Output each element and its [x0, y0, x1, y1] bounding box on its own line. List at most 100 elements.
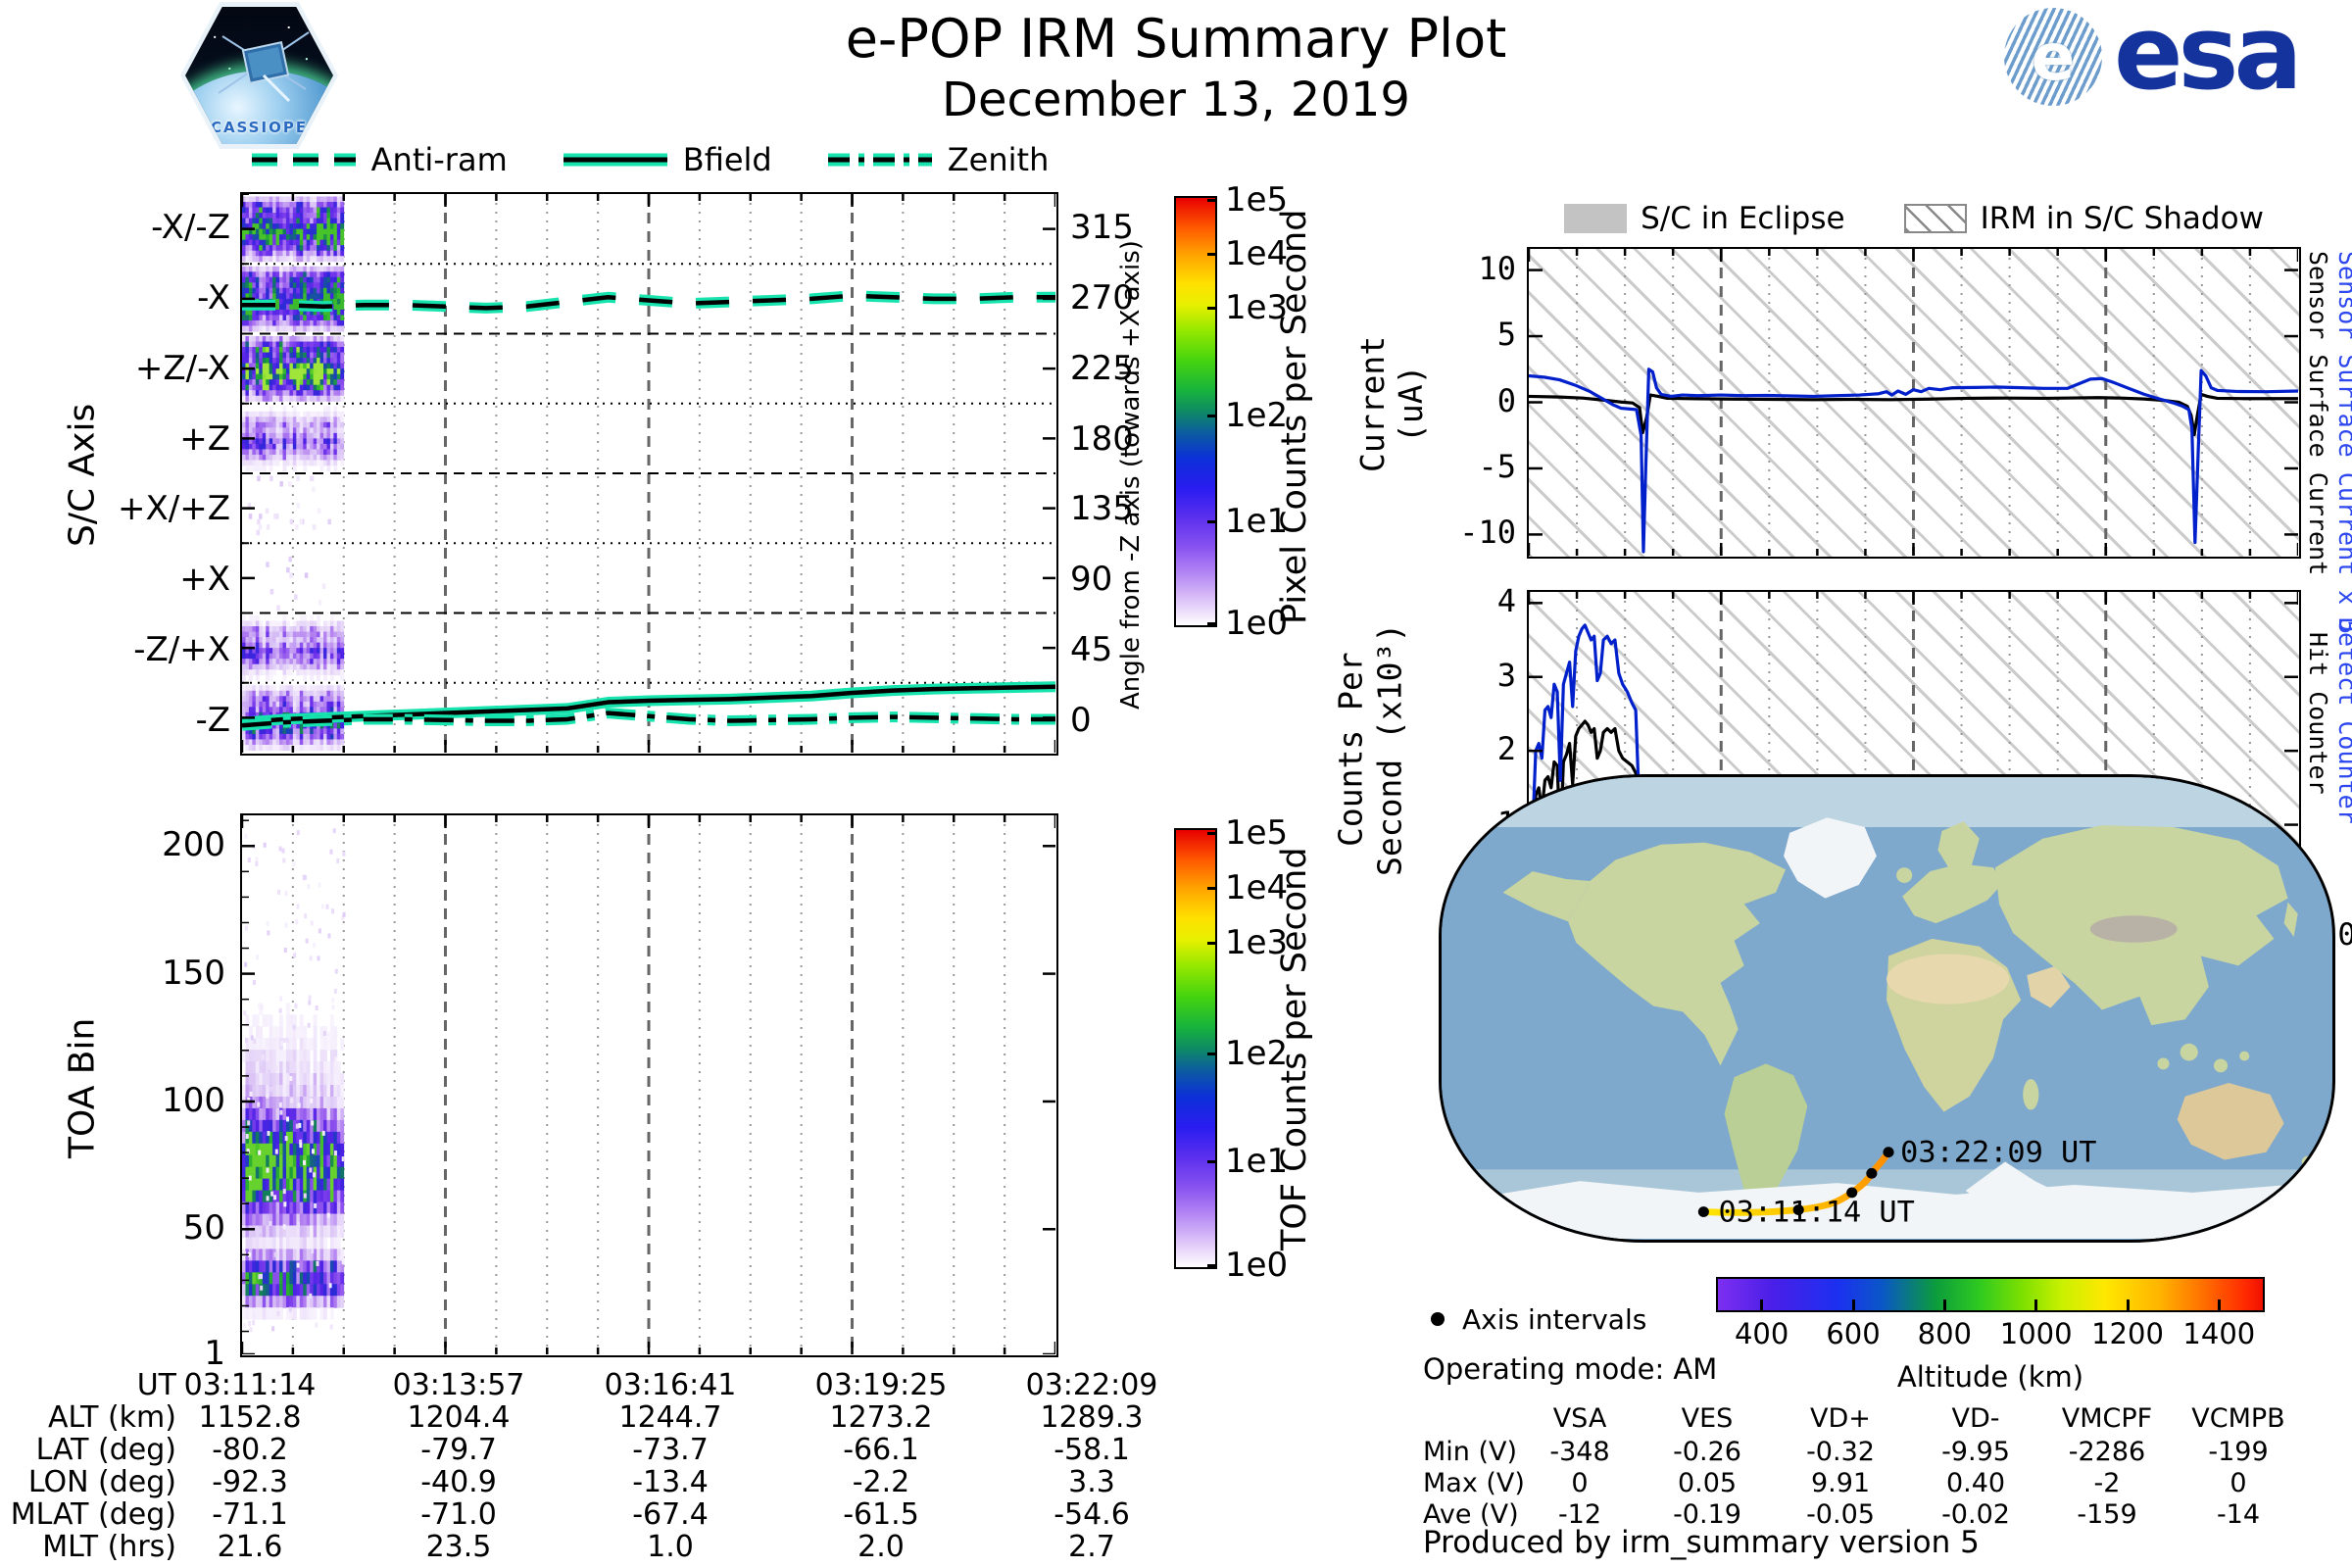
legend-label: IRM in S/C Shadow [1980, 201, 2264, 236]
current-tick-label: 10 [1478, 249, 1516, 287]
ephemeris-value: -61.5 [843, 1497, 919, 1532]
voltage-value: -159 [2077, 1499, 2137, 1530]
ephemeris-value: 1.0 [647, 1530, 694, 1564]
sc-band-label: -Z [195, 701, 230, 741]
toa-panel [240, 813, 1058, 1357]
ephemeris-row-label: MLAT (deg) [10, 1497, 176, 1532]
esa-globe-icon: e [2004, 8, 2102, 106]
ephemeris-table: UT 03:11:14 03:13:57 03:16:41 03:19:25 03:22:… [0, 1364, 1372, 1565]
legend-label: Anti-ram [370, 141, 508, 178]
esa-logo: e esa [2004, 2, 2303, 111]
hatch-swatch [1903, 204, 1967, 233]
tof-counts-colorbar-label: TOF Counts per Second [1275, 847, 1314, 1250]
ephemeris-value: 1273.2 [829, 1400, 933, 1435]
voltage-column-header: VD- [1951, 1403, 2000, 1434]
voltage-value: 0.05 [1677, 1468, 1738, 1498]
shadow-eclipse-legend: S/C in Eclipse IRM in S/C Shadow [1527, 196, 2301, 241]
legend-item-anti-ram: Anti-ram [250, 141, 508, 178]
counts-tick-label: 4 [1496, 582, 1516, 620]
alt-tick-mark [1760, 1299, 1764, 1310]
voltage-value: 0 [2230, 1468, 2247, 1498]
colorbar-tick [1207, 415, 1217, 418]
alt-tick-mark [2126, 1299, 2130, 1310]
ephemeris-row-label: LON (deg) [27, 1465, 176, 1499]
ephemeris-row-label: LAT (deg) [35, 1433, 176, 1467]
ephemeris-value: -73.7 [632, 1433, 709, 1467]
ephemeris-value: -71.0 [420, 1497, 497, 1532]
cassiope-label: CASSIOPE [210, 119, 309, 136]
ephemeris-value: 1244.7 [618, 1400, 722, 1435]
altitude-colorbar [1716, 1277, 2265, 1312]
ephemeris-value: -71.1 [212, 1497, 288, 1532]
counts-tick-label: 2 [1496, 730, 1516, 768]
ephemeris-value: -40.9 [420, 1465, 497, 1499]
counts-tick-label: 3 [1496, 656, 1516, 694]
voltage-value: -9.95 [1941, 1437, 2010, 1467]
ephemeris-value: 3.3 [1068, 1465, 1115, 1499]
counts-ylabel-line2: Second (x10³) [1370, 622, 1409, 877]
sc-axis-spectrogram [242, 194, 1055, 753]
voltage-value: -0.32 [1806, 1437, 1875, 1467]
operating-mode: Operating mode: AM [1423, 1352, 1718, 1386]
toa-tick-label: 100 [162, 1080, 225, 1120]
colorbar-tick [1207, 1263, 1217, 1267]
legend-item: IRM in S/C Shadow [1903, 201, 2264, 236]
counts-right-label-black: Hit Counter [2304, 632, 2332, 795]
colorbar-tick [1207, 621, 1217, 625]
zenith-line-sample [827, 153, 932, 167]
voltage-value: 9.91 [1810, 1468, 1871, 1498]
current-tick-label: -5 [1478, 447, 1516, 485]
ephemeris-value: 1152.8 [198, 1400, 302, 1435]
legend-label: S/C in Eclipse [1641, 201, 1845, 236]
voltage-column-header: VSA [1552, 1403, 1607, 1434]
legend-label: Bfield [682, 141, 772, 178]
legend-item-zenith: Zenith [826, 141, 1050, 178]
toa-tick-label: 50 [182, 1208, 225, 1249]
voltage-column-header: VD+ [1810, 1403, 1871, 1434]
epop-irm-summary-plot: { "header": { "title": "e-POP IRM Summar… [0, 0, 2352, 1568]
ground-track-map: 03:11:14 UT 03:22:09 UT [1442, 777, 2331, 1239]
ephemeris-row-label: ALT (km) [48, 1400, 176, 1435]
ephemeris-row-label: MLT (hrs) [42, 1530, 176, 1564]
current-plot [1529, 249, 2298, 556]
counts-ylabel-line1: Counts Per [1331, 652, 1370, 848]
colorbar-tick [1207, 253, 1217, 257]
ephemeris-row-label: UT [136, 1368, 176, 1402]
altitude-colorbar-label: Altitude (km) [1896, 1360, 2084, 1394]
ephemeris-value: -80.2 [212, 1433, 288, 1467]
axis-intervals-dot [1431, 1312, 1445, 1326]
direction-legend: Anti-ram Bfield Zenith [240, 137, 1058, 182]
legend-label: Zenith [947, 141, 1050, 178]
current-tick-label: 5 [1496, 316, 1516, 354]
page-date: December 13, 2019 [942, 73, 1410, 127]
ephemeris-value: 21.6 [217, 1530, 283, 1564]
colorbar-tick [1207, 886, 1217, 890]
voltage-value: 0.40 [1945, 1468, 2006, 1498]
ephemeris-value: 1204.4 [407, 1400, 511, 1435]
colorbar-tick [1207, 199, 1217, 203]
angle-axis-label: Angle from -Z axis (towards +X axis) [1116, 240, 1146, 710]
ephemeris-value: 03:19:25 [814, 1368, 948, 1402]
ephemeris-value: 23.5 [425, 1530, 492, 1564]
current-tick-label: -10 [1459, 514, 1516, 552]
track-end-label: 03:22:09 UT [1900, 1136, 2096, 1170]
colorbar-tick [1207, 831, 1217, 835]
colorbar-tick [1207, 1052, 1217, 1055]
toa-tick-label: 200 [162, 825, 225, 865]
voltage-value: -199 [2208, 1437, 2269, 1467]
axis-intervals-label: Axis intervals [1462, 1303, 1647, 1336]
voltage-column-header: VES [1681, 1403, 1734, 1434]
ephemeris-value: -58.1 [1054, 1433, 1130, 1467]
ephemeris-value: -67.4 [632, 1497, 709, 1532]
tof-counts-colorbar [1174, 828, 1217, 1269]
sc-band-label: +X/+Z [117, 489, 230, 529]
produced-by-footer: Produced by irm_summary version 5 [1423, 1525, 1980, 1560]
ephemeris-value: -2.2 [852, 1465, 910, 1499]
alt-tick-mark [2034, 1299, 2038, 1310]
voltage-value: -14 [2216, 1499, 2261, 1530]
voltage-value: -2 [2093, 1468, 2121, 1498]
colorbar-tick [1207, 1159, 1217, 1163]
anti-ram-line-sample [251, 153, 356, 167]
colorbar-tick [1207, 942, 1217, 945]
sc-band-label: +Z [179, 418, 230, 459]
